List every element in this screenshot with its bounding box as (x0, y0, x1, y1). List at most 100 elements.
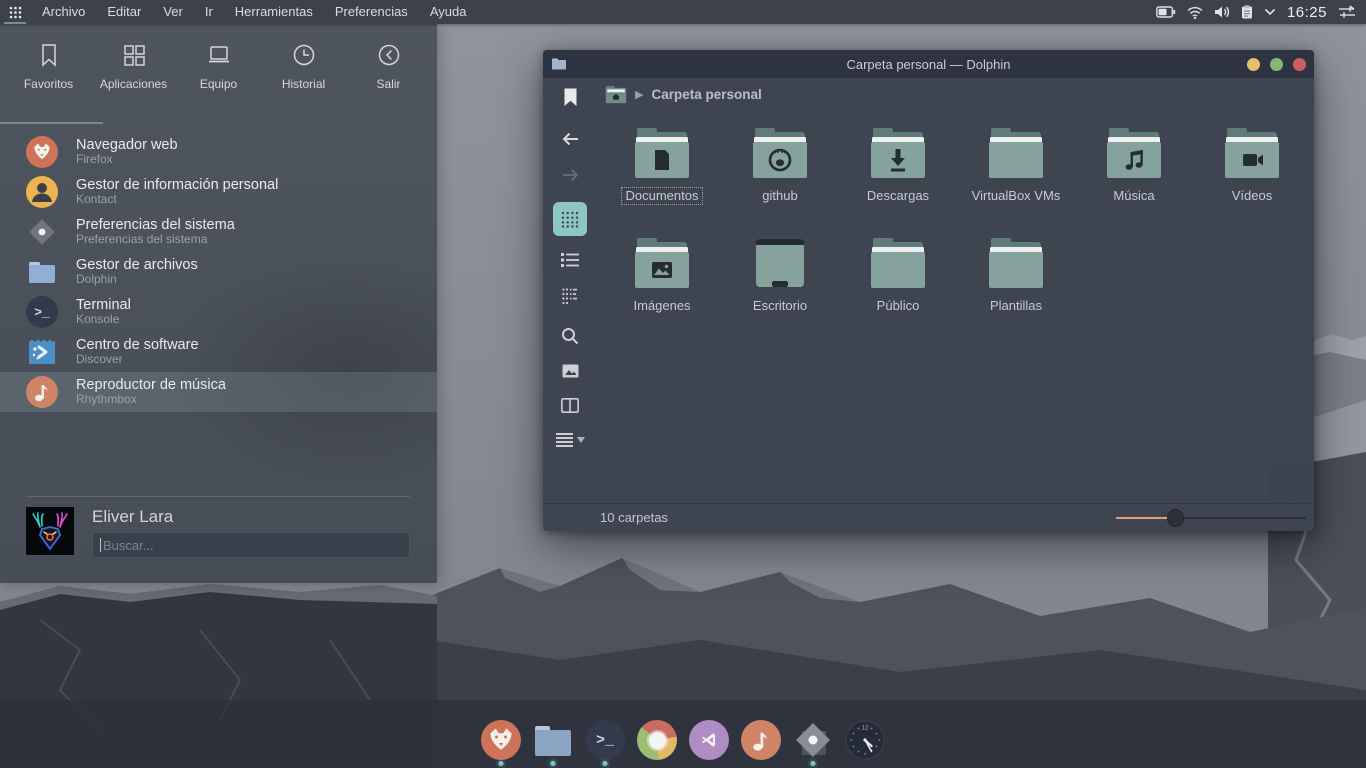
compact-view-button[interactable] (562, 288, 578, 304)
app-subtitle: Discover (76, 353, 199, 367)
user-name: Eliver Lara (92, 507, 410, 527)
tab-label: Historial (282, 77, 325, 91)
folder-plantillas[interactable]: Plantillas (957, 234, 1075, 344)
breadcrumb-location[interactable]: Carpeta personal (651, 87, 761, 102)
menu-archivo[interactable]: Archivo (42, 0, 85, 24)
menu-herramientas[interactable]: Herramientas (235, 0, 313, 24)
folder-github[interactable]: github (721, 124, 839, 234)
system-settings-icon (26, 216, 58, 248)
back-button[interactable] (561, 131, 580, 147)
history-clock-icon (291, 42, 317, 68)
svg-text:12: 12 (862, 726, 869, 732)
dolphin-window: Carpeta personal — Dolphin (543, 50, 1314, 531)
search-icon (561, 327, 579, 345)
running-indicator (603, 761, 608, 766)
menu-ir[interactable]: Ir (205, 0, 213, 24)
file-manager-icon (533, 720, 573, 760)
firefox-icon (26, 136, 58, 168)
icons-view-icon (561, 210, 579, 228)
folder-label: Escritorio (748, 297, 812, 315)
folder-escritorio[interactable]: Escritorio (721, 234, 839, 344)
app-subtitle: Firefox (76, 153, 178, 167)
app-subtitle: Konsole (76, 313, 131, 327)
dock-item-file-manager[interactable] (533, 720, 573, 766)
maximize-button[interactable] (1270, 58, 1283, 71)
minimize-button[interactable] (1247, 58, 1260, 71)
wifi-icon[interactable] (1187, 6, 1203, 19)
user-area: Eliver Lara (26, 507, 410, 558)
folder-label: Descargas (862, 187, 934, 205)
clipboard-icon[interactable] (1241, 5, 1253, 19)
rhythmbox-icon (26, 376, 58, 408)
window-titlebar[interactable]: Carpeta personal — Dolphin (543, 50, 1314, 78)
places-bookmark-button[interactable] (563, 88, 578, 107)
folder-imagenes[interactable]: Imágenes (603, 234, 721, 344)
dock-item-system-settings[interactable] (793, 720, 833, 766)
dock-item-chrome[interactable] (637, 720, 677, 766)
app-row-system-settings[interactable]: Preferencias del sistema Preferencias de… (0, 212, 437, 252)
avatar[interactable] (26, 507, 74, 555)
tab-equipo[interactable]: Equipo (177, 42, 261, 110)
app-row-discover[interactable]: Centro de software Discover (0, 332, 437, 372)
sliders-icon[interactable] (1338, 5, 1356, 19)
forward-button[interactable] (561, 167, 580, 183)
dock-item-firefox[interactable] (481, 720, 521, 766)
tab-historial[interactable]: Historial (262, 42, 346, 110)
bookmark-icon (36, 42, 62, 68)
folder-descargas[interactable]: Descargas (839, 124, 957, 234)
app-row-kontact[interactable]: Gestor de información personal Kontact (0, 172, 437, 212)
hamburger-menu-icon (556, 433, 573, 447)
details-view-button[interactable] (561, 253, 579, 267)
dock-item-clock[interactable]: 12 (845, 720, 885, 766)
app-launcher-button[interactable] (0, 0, 30, 24)
preview-button[interactable] (562, 364, 579, 378)
split-view-button[interactable] (561, 398, 579, 413)
app-subtitle: Dolphin (76, 273, 198, 287)
folder-videos[interactable]: Vídeos (1193, 124, 1311, 234)
running-indicator (499, 761, 504, 766)
clock-icon: 12 (845, 720, 885, 760)
split-view-icon (561, 398, 579, 413)
menu-editar[interactable]: Editar (107, 0, 141, 24)
status-folder-count: 10 carpetas (600, 510, 668, 525)
terminal-icon: >_ (26, 296, 58, 328)
tab-salir[interactable]: Salir (347, 42, 431, 110)
desktop: Archivo Editar Ver Ir Herramientas Prefe… (0, 0, 1366, 768)
folder-virtualbox-vms[interactable]: VirtualBox VMs (957, 124, 1075, 234)
chevron-down-icon[interactable] (1264, 8, 1276, 16)
tab-aplicaciones[interactable]: Aplicaciones (92, 42, 176, 110)
tab-favoritos[interactable]: Favoritos (7, 42, 91, 110)
dock-item-rhythmbox[interactable] (741, 720, 781, 766)
folder-icon-plain (987, 238, 1045, 290)
breadcrumb-separator-icon: ▶ (635, 88, 643, 101)
folder-publico[interactable]: Público (839, 234, 957, 344)
dock-item-terminal[interactable]: >_ (585, 720, 625, 766)
menu-button[interactable] (556, 433, 585, 447)
search-button[interactable] (561, 327, 579, 345)
app-row-dolphin[interactable]: Gestor de archivos Dolphin (0, 252, 437, 292)
icons-view-button[interactable] (553, 202, 587, 236)
clock[interactable]: 16:25 (1287, 4, 1327, 21)
favorites-app-list: Navegador web Firefox Gestor de informac… (0, 132, 437, 412)
app-title: Gestor de información personal (76, 177, 278, 194)
folder-icon-download (869, 128, 927, 180)
slider-handle[interactable] (1167, 509, 1184, 527)
desktop-icon (751, 238, 809, 290)
volume-icon[interactable] (1214, 5, 1230, 19)
zoom-slider[interactable] (1116, 509, 1306, 527)
battery-icon[interactable] (1156, 6, 1176, 18)
folder-musica[interactable]: Música (1075, 124, 1193, 234)
home-folder-icon[interactable] (605, 85, 627, 104)
dock-item-vscode[interactable] (689, 720, 729, 766)
menu-ayuda[interactable]: Ayuda (430, 0, 467, 24)
folder-documentos[interactable]: Documentos (603, 124, 721, 234)
folder-icon-music (1105, 128, 1163, 180)
menu-ver[interactable]: Ver (163, 0, 183, 24)
menu-preferencias[interactable]: Preferencias (335, 0, 408, 24)
app-row-konsole[interactable]: >_ Terminal Konsole (0, 292, 437, 332)
close-button[interactable] (1293, 58, 1306, 71)
app-row-rhythmbox[interactable]: Reproductor de música Rhythmbox (0, 372, 437, 412)
search-input[interactable] (92, 532, 410, 558)
app-row-firefox[interactable]: Navegador web Firefox (0, 132, 437, 172)
app-subtitle: Kontact (76, 193, 278, 207)
